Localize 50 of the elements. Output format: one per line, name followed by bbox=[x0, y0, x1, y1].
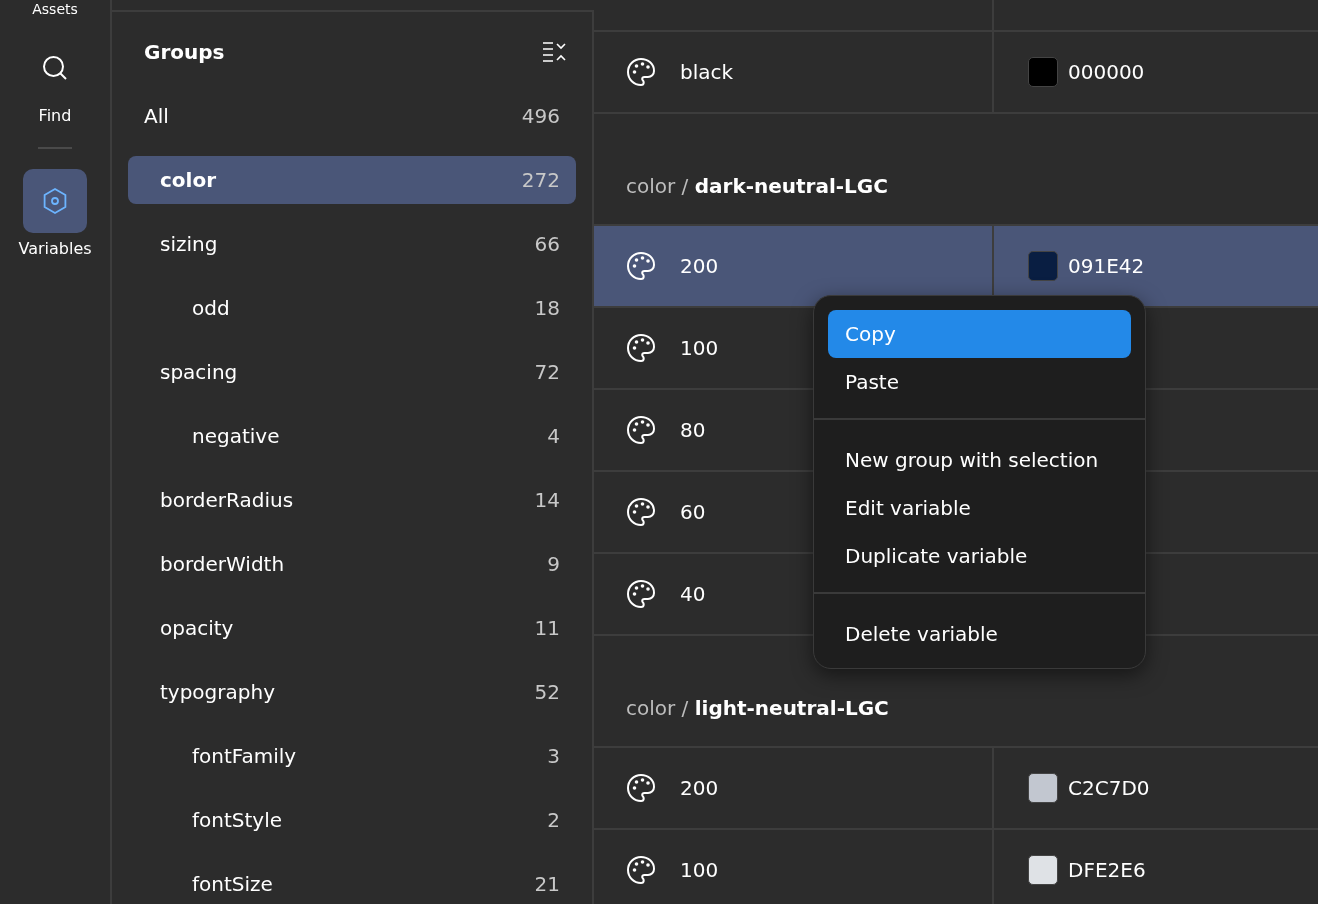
group-item[interactable]: fontSize 21 bbox=[128, 860, 576, 904]
palette-icon bbox=[626, 773, 656, 803]
group-item[interactable]: typography 52 bbox=[128, 668, 576, 716]
section-title: color / dark-neutral-LGC bbox=[626, 174, 888, 198]
group-item[interactable]: odd 18 bbox=[128, 284, 576, 332]
variable-name: 40 bbox=[680, 582, 706, 606]
variable-name: 200 bbox=[680, 776, 719, 800]
hexagon-icon bbox=[42, 187, 68, 215]
palette-icon bbox=[626, 579, 656, 609]
palette-icon bbox=[626, 333, 656, 363]
rail-label: Variables bbox=[18, 239, 92, 258]
palette-icon bbox=[626, 251, 656, 281]
menu-item[interactable]: Delete variable bbox=[828, 610, 1131, 658]
color-value: 000000 bbox=[1068, 60, 1145, 84]
variable-name: 80 bbox=[680, 418, 706, 442]
variable-name: black bbox=[680, 60, 734, 84]
variable-row[interactable]: 200 C2C7D0 bbox=[594, 748, 1318, 830]
group-item[interactable]: color 272 bbox=[128, 156, 576, 204]
rail-label: Find bbox=[38, 106, 72, 125]
menu-item[interactable]: Edit variable bbox=[828, 484, 1131, 532]
variable-row[interactable]: 200 091E42 bbox=[594, 226, 1318, 308]
group-item[interactable]: opacity 11 bbox=[128, 604, 576, 652]
group-item[interactable]: borderWidth 9 bbox=[128, 540, 576, 588]
assets-label[interactable]: Assets bbox=[32, 0, 78, 18]
variable-row[interactable]: 100 DFE2E6 bbox=[594, 830, 1318, 904]
variable-row[interactable]: black 000000 bbox=[594, 32, 1318, 114]
variable-name: 60 bbox=[680, 500, 706, 524]
menu-item[interactable]: Copy bbox=[828, 310, 1131, 358]
palette-icon bbox=[626, 415, 656, 445]
group-item[interactable]: borderRadius 14 bbox=[128, 476, 576, 524]
color-value: C2C7D0 bbox=[1068, 776, 1150, 800]
collapse-all-icon[interactable] bbox=[542, 41, 568, 63]
color-value: 091E42 bbox=[1068, 254, 1145, 278]
group-item[interactable]: sizing 66 bbox=[128, 220, 576, 268]
group-item[interactable]: All 496 bbox=[128, 92, 576, 140]
palette-icon bbox=[626, 497, 656, 527]
groups-title: Groups bbox=[144, 40, 225, 64]
rail-button[interactable] bbox=[23, 169, 87, 233]
variable-name: 100 bbox=[680, 336, 719, 360]
section-title: color / light-neutral-LGC bbox=[626, 696, 889, 720]
color-value: DFE2E6 bbox=[1068, 858, 1146, 882]
group-item[interactable]: fontFamily 3 bbox=[128, 732, 576, 780]
palette-icon bbox=[626, 57, 656, 87]
search-icon bbox=[42, 55, 68, 81]
variable-name: 200 bbox=[680, 254, 719, 278]
variable-name: 100 bbox=[680, 858, 719, 882]
group-item[interactable]: negative 4 bbox=[128, 412, 576, 460]
group-item[interactable]: fontStyle 2 bbox=[128, 796, 576, 844]
group-item[interactable]: spacing 72 bbox=[128, 348, 576, 396]
palette-icon bbox=[626, 855, 656, 885]
